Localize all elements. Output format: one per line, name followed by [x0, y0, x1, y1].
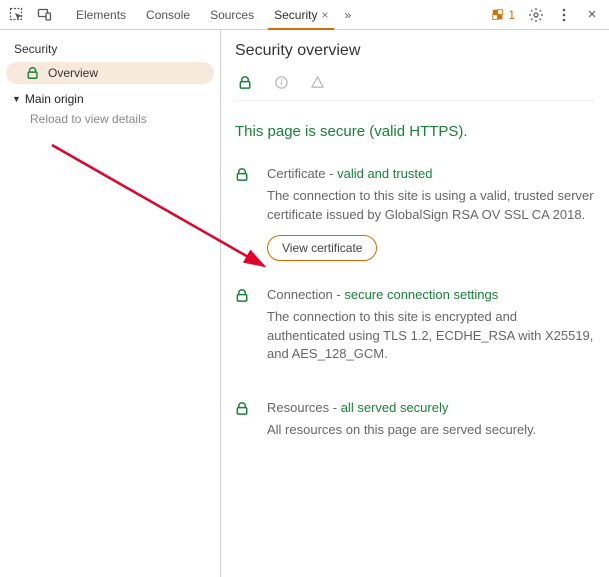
devtools-toolbar: Elements Console Sources Security × » 1 …	[0, 0, 609, 30]
summary-info-icon	[273, 74, 289, 90]
view-certificate-button[interactable]: View certificate	[267, 235, 377, 261]
security-panel: Security Overview ▼ Main origin Reload t…	[0, 30, 609, 577]
sidebar-section-label: Main origin	[25, 92, 84, 106]
summary-secure-icon	[237, 74, 253, 90]
connection-description: The connection to this site is encrypted…	[267, 308, 595, 365]
security-summary-icons	[235, 70, 595, 101]
tab-security[interactable]: Security ×	[264, 0, 338, 29]
certificate-section: Certificate - valid and trusted The conn…	[235, 166, 595, 261]
tab-sources[interactable]: Sources	[200, 0, 264, 29]
certificate-description: The connection to this site is using a v…	[267, 187, 595, 225]
connection-title: Connection - secure connection settings	[267, 287, 595, 302]
tab-elements[interactable]: Elements	[66, 0, 136, 29]
security-overview-pane: Security overview This page is secure (v…	[221, 30, 609, 577]
more-tabs-button[interactable]: »	[338, 0, 357, 29]
issues-badge[interactable]: 1	[485, 8, 521, 22]
sidebar-item-label: Overview	[48, 66, 98, 80]
page-title: Security overview	[235, 42, 595, 60]
tab-console[interactable]: Console	[136, 0, 200, 29]
resources-section: Resources - all served securely All reso…	[235, 400, 595, 450]
sidebar-item-overview[interactable]: Overview	[6, 62, 214, 84]
lock-icon	[26, 66, 40, 80]
sidebar-section-main-origin[interactable]: ▼ Main origin	[0, 84, 220, 108]
inspect-icon[interactable]	[4, 2, 30, 28]
resources-description: All resources on this page are served se…	[267, 421, 595, 440]
issues-count: 1	[508, 8, 515, 22]
summary-warning-icon	[309, 74, 325, 90]
sidebar-heading: Security	[0, 36, 220, 62]
security-headline: This page is secure (valid HTTPS).	[235, 123, 595, 140]
lock-icon	[235, 400, 253, 450]
connection-section: Connection - secure connection settings …	[235, 287, 595, 375]
lock-icon	[235, 287, 253, 375]
security-sidebar: Security Overview ▼ Main origin Reload t…	[0, 30, 221, 577]
close-icon[interactable]: ×	[321, 8, 328, 22]
panel-tabs: Elements Console Sources Security × »	[66, 0, 357, 29]
device-toolbar-icon[interactable]	[32, 2, 58, 28]
lock-icon	[235, 166, 253, 261]
tab-security-label: Security	[274, 8, 317, 22]
settings-icon[interactable]	[523, 2, 549, 28]
chevron-down-icon: ▼	[12, 94, 21, 104]
resources-title: Resources - all served securely	[267, 400, 595, 415]
certificate-title: Certificate - valid and trusted	[267, 166, 595, 181]
close-devtools-icon[interactable]: ×	[579, 2, 605, 28]
more-options-icon[interactable]	[551, 2, 577, 28]
sidebar-reload-hint: Reload to view details	[0, 108, 220, 130]
